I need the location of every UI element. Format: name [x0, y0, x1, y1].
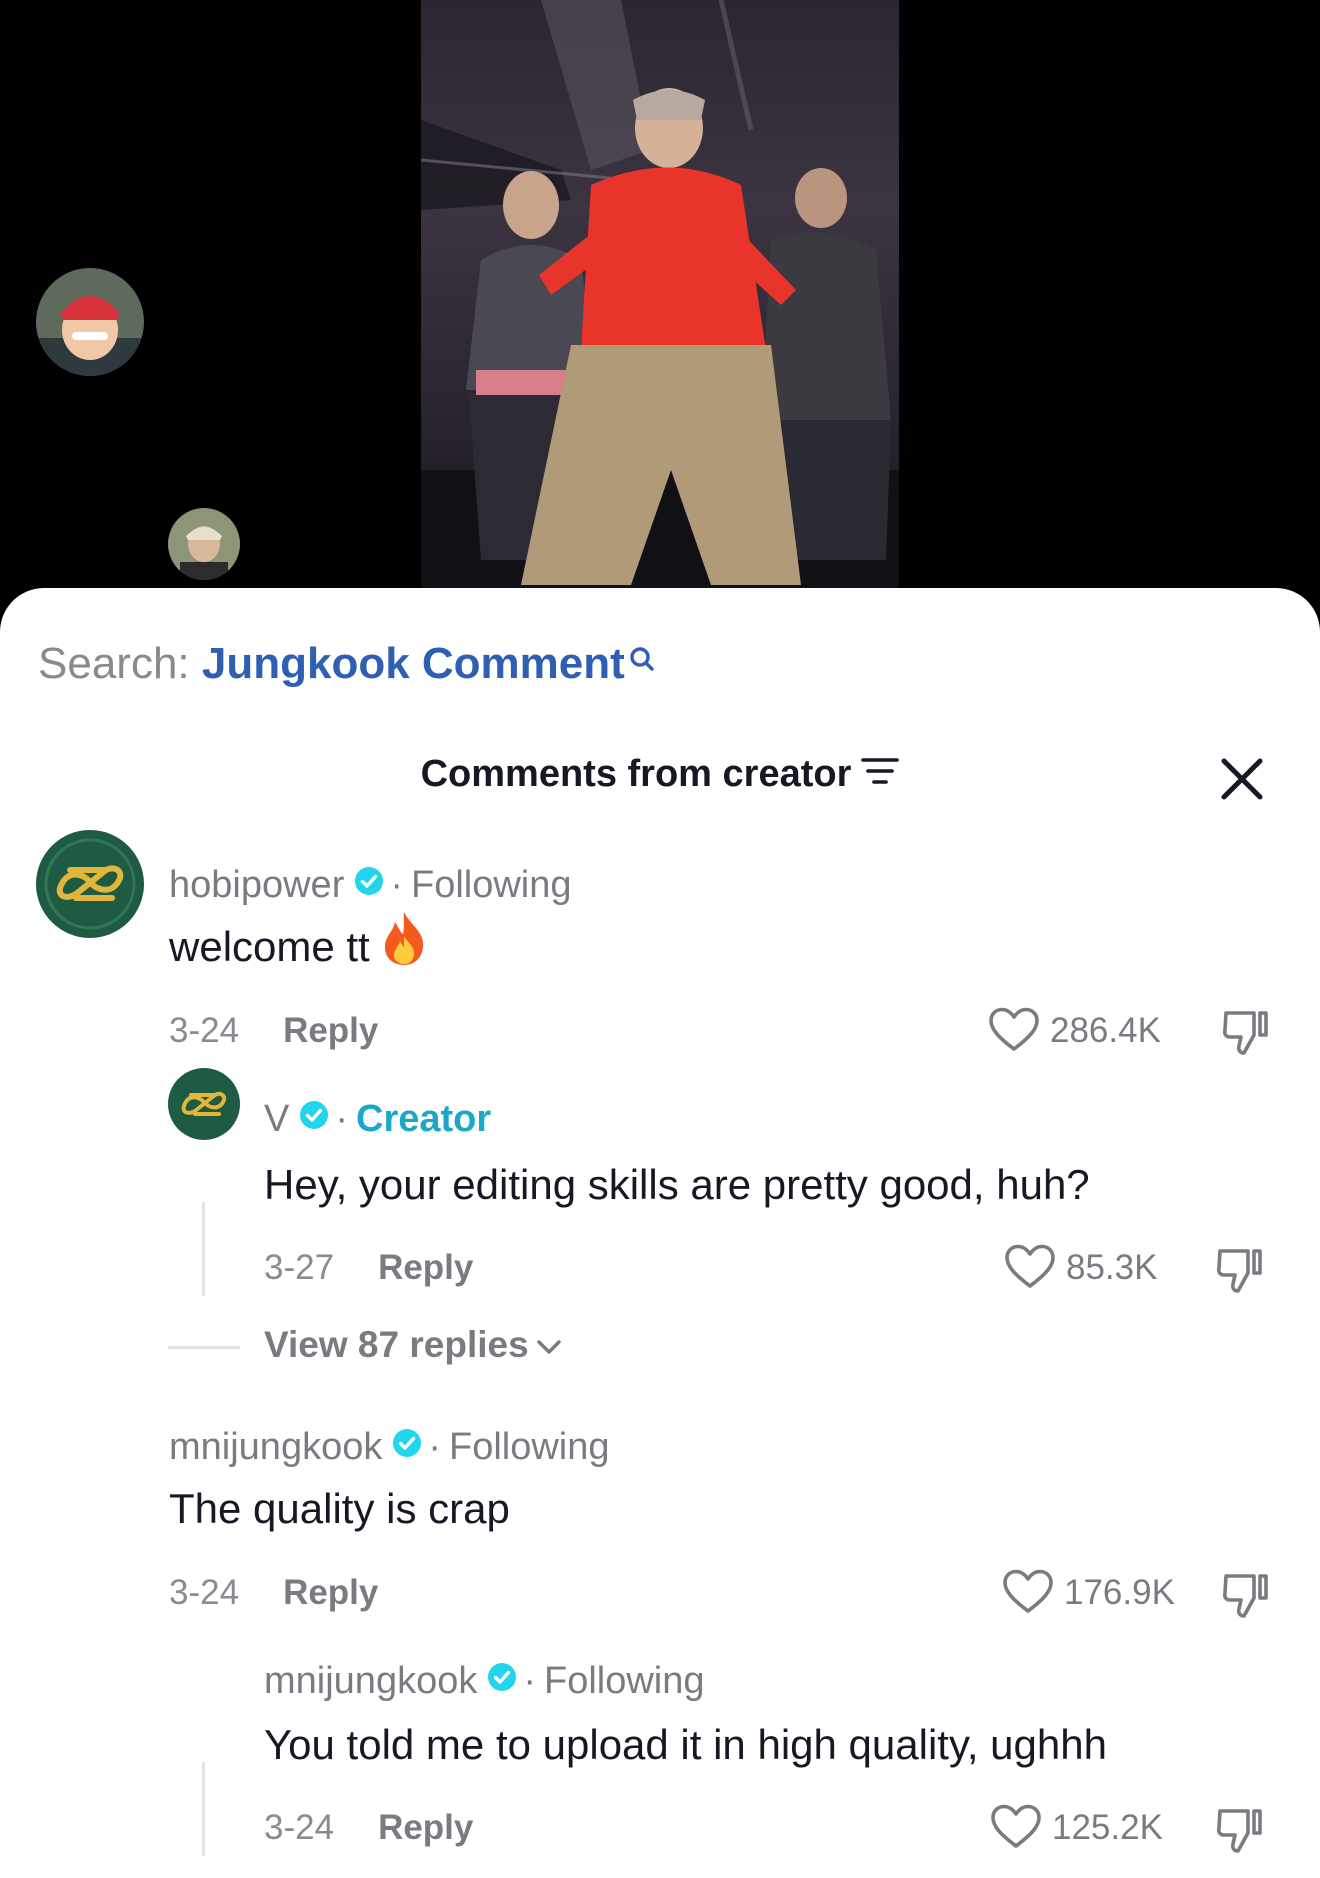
like-count: 176.9K [1064, 1573, 1175, 1612]
reply-date: 3-27 [264, 1248, 335, 1287]
like-count: 286.4K [1050, 1011, 1161, 1050]
dislike-icon [1216, 1249, 1262, 1293]
comment-text: The quality is crap [169, 1482, 510, 1536]
filter-icon[interactable] [861, 750, 900, 798]
reply-body: Hey, your editing skills are pretty good… [264, 1161, 1090, 1208]
relation-label: Following [449, 1426, 610, 1468]
reply-username-row: V · Creator [264, 1096, 491, 1142]
comment-username-row: mnijungkook · Following [169, 1424, 610, 1470]
comment-text: welcome tt [169, 912, 427, 979]
reply-button[interactable]: Reply [283, 1011, 378, 1050]
like-count: 125.2K [1052, 1808, 1163, 1847]
separator-dot: · [390, 864, 403, 906]
comments-header: Comments from creator [0, 750, 1320, 798]
video-frame-image [421, 0, 899, 588]
heart-icon [1005, 1244, 1055, 1288]
search-prefix: Search: [38, 639, 190, 688]
verified-badge-icon [354, 861, 384, 907]
avatar[interactable] [168, 1068, 240, 1140]
dislike-icon [1216, 1809, 1262, 1853]
username[interactable]: V [264, 1098, 289, 1140]
like-button[interactable]: 176.9K [1002, 1569, 1175, 1615]
username[interactable]: mnijungkook [264, 1660, 477, 1702]
reply-body: You told me to upload it in high quality… [264, 1721, 1107, 1768]
like-button[interactable]: 85.3K [1004, 1244, 1158, 1290]
fire-emoji [381, 910, 427, 979]
heart-icon [991, 1804, 1041, 1848]
comment-body: The quality is crap [169, 1485, 510, 1532]
comment-meta: 3-24 Reply [169, 1571, 378, 1615]
dislike-icon [1222, 1574, 1268, 1618]
username[interactable]: mnijungkook [169, 1426, 382, 1468]
comment-body: welcome tt [169, 923, 370, 970]
reply-text: Hey, your editing skills are pretty good… [264, 1158, 1090, 1212]
search-suggestion[interactable]: Search: Jungkook Comment [38, 636, 655, 692]
avatar[interactable] [36, 830, 144, 938]
reply-date: 3-24 [264, 1808, 335, 1847]
view-replies-divider [168, 1346, 240, 1349]
dislike-icon [1222, 1011, 1268, 1055]
verified-badge-icon [299, 1095, 329, 1141]
comment-username-row: hobipower · Following [169, 862, 572, 908]
like-button[interactable]: 286.4K [988, 1007, 1161, 1053]
reply-meta: 3-24 Reply [264, 1806, 473, 1850]
separator-dot: · [428, 1426, 441, 1468]
avatar[interactable] [168, 508, 240, 580]
avatar[interactable] [36, 268, 144, 376]
comments-sheet: Search: Jungkook Comment Comments from c… [0, 268, 1320, 1878]
chevron-down-icon [535, 1322, 563, 1368]
like-count: 85.3K [1066, 1248, 1158, 1287]
like-button[interactable]: 125.2K [990, 1804, 1163, 1850]
verified-badge-icon [392, 1423, 422, 1469]
search-query[interactable]: Jungkook Comment [202, 639, 625, 688]
close-button[interactable] [1214, 751, 1270, 807]
verified-badge-icon [487, 1657, 517, 1703]
comment-date: 3-24 [169, 1011, 240, 1050]
close-icon [1221, 758, 1263, 800]
header-title[interactable]: Comments from creator [421, 753, 852, 795]
separator-dot: · [523, 1660, 536, 1702]
thread-line [202, 1762, 205, 1856]
dislike-button[interactable] [1214, 1243, 1266, 1300]
view-replies-button[interactable]: View 87 replies [264, 1322, 563, 1368]
reply-meta: 3-27 Reply [264, 1246, 473, 1290]
comment-meta: 3-24 Reply [169, 1009, 378, 1053]
comment-date: 3-24 [169, 1573, 240, 1612]
heart-icon [1003, 1569, 1053, 1613]
relation-label: Following [544, 1660, 705, 1702]
video-player[interactable] [421, 0, 899, 588]
dislike-button[interactable] [1214, 1803, 1266, 1860]
view-replies-label: View 87 replies [264, 1324, 529, 1365]
reply-button[interactable]: Reply [378, 1248, 473, 1287]
relation-label: Following [411, 864, 572, 906]
separator-dot: · [335, 1098, 349, 1140]
dislike-button[interactable] [1220, 1568, 1272, 1625]
dislike-button[interactable] [1220, 1005, 1272, 1062]
reply-button[interactable]: Reply [378, 1808, 473, 1847]
thread-line [202, 1202, 205, 1296]
reply-button[interactable]: Reply [283, 1573, 378, 1612]
creator-label: Creator [356, 1098, 492, 1140]
username[interactable]: hobipower [169, 864, 344, 906]
heart-icon [989, 1007, 1039, 1051]
reply-text: You told me to upload it in high quality… [264, 1718, 1107, 1772]
reply-username-row: mnijungkook · Following [264, 1658, 705, 1704]
search-icon[interactable] [629, 634, 655, 690]
